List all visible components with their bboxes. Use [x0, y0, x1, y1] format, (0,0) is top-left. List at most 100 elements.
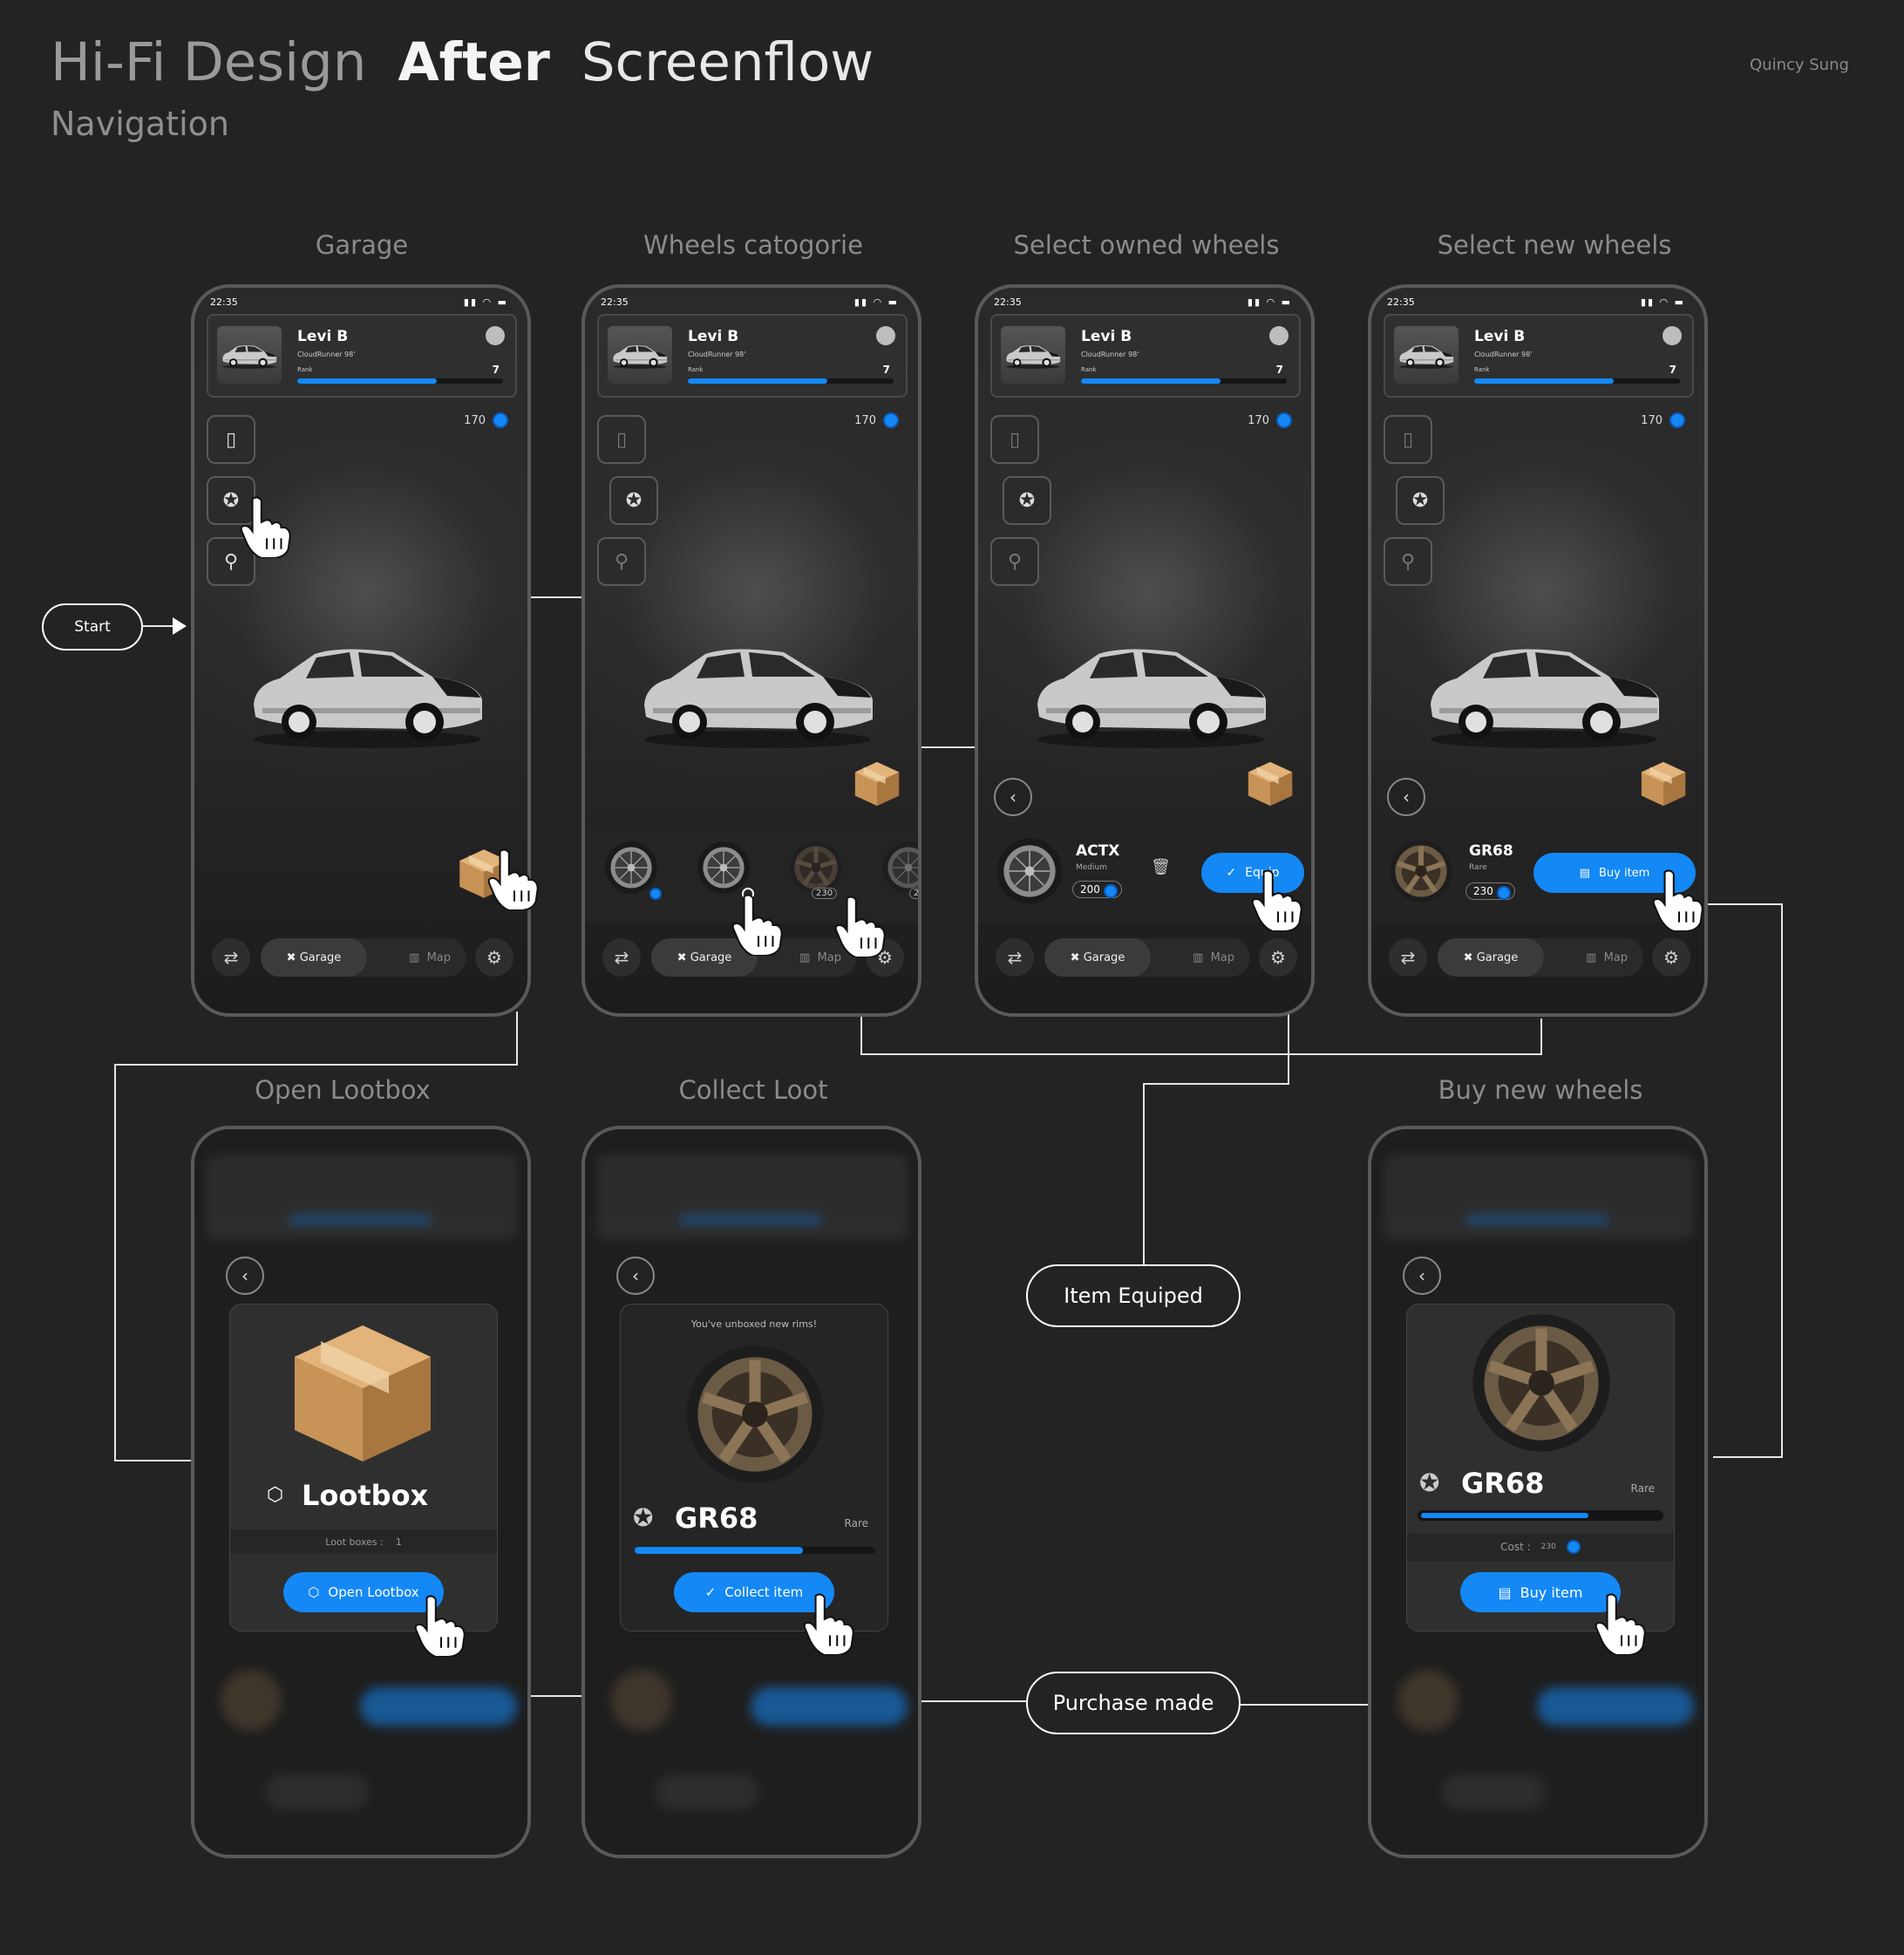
rim-name: GR68 [1461, 1467, 1545, 1500]
coin-count: 170 [464, 413, 486, 427]
status-time: 22:35 [210, 296, 238, 308]
back-button[interactable]: ‹ [616, 1257, 655, 1295]
swap-icon[interactable]: ⇄ [602, 938, 641, 977]
settings-gear-icon[interactable]: ⚙ [475, 938, 513, 977]
coin-icon [1566, 1540, 1581, 1554]
tools-icon: ✖ [677, 950, 690, 964]
start-arrow-icon [173, 617, 187, 635]
pointer-hand-icon [1594, 1592, 1649, 1655]
avatar-icon[interactable] [876, 326, 895, 345]
wheel-icon: ✪ [222, 489, 240, 512]
swap-icon[interactable]: ⇄ [212, 938, 250, 977]
settings-gear-icon[interactable]: ⚙ [1652, 938, 1690, 977]
back-button[interactable]: ‹ [1403, 1257, 1441, 1295]
wheels-tool-button[interactable]: ✪ [1396, 476, 1445, 525]
nav-garage-label: Garage [1083, 950, 1125, 964]
nav-segment: ✖ Garage ▥ Map [1438, 938, 1643, 977]
signal-icon: ▮▮ ◠ ▬ [853, 296, 899, 308]
wheel-price: 200 [1080, 883, 1100, 896]
selected-wheel-image [1389, 839, 1453, 903]
wheel-option-3[interactable] [789, 841, 843, 895]
coin-icon [493, 412, 508, 428]
lootbox-icon[interactable] [1245, 759, 1295, 809]
title-hifi: Hi-Fi Design [51, 31, 367, 93]
wheels-tool-button[interactable]: ✪ [1003, 476, 1051, 525]
avatar-icon[interactable] [486, 326, 505, 345]
car-name: CloudRunner 98' [297, 351, 356, 358]
wheel-price: 230 [1473, 885, 1493, 897]
wheel-icon: ✪ [1018, 489, 1036, 512]
paint-tool-button[interactable]: ▯ [597, 415, 646, 464]
paint-tool-button[interactable]: ▯ [1384, 415, 1432, 464]
nav-map-label: Map [1603, 950, 1628, 964]
avatar-icon[interactable] [1663, 326, 1682, 345]
lootbox-icon[interactable] [1638, 759, 1689, 809]
wheel-rarity: Medium [1076, 863, 1107, 872]
lootbox-image [284, 1315, 441, 1472]
car-name: CloudRunner 98' [688, 351, 746, 358]
title-buy: Buy new wheels [1438, 1075, 1643, 1105]
nav-garage-label: Garage [1476, 950, 1519, 964]
settings-gear-icon[interactable]: ⚙ [1259, 938, 1297, 977]
back-button[interactable]: ‹ [994, 778, 1032, 816]
swap-icon[interactable]: ⇄ [1389, 938, 1427, 977]
wheels-tool-button[interactable]: ✪ [609, 476, 658, 525]
check-icon: ✓ [704, 1584, 717, 1600]
title-wheels: Wheels catogorie [643, 230, 863, 260]
bottom-nav: ⇄ ✖ Garage ▥ Map ⚙ [212, 931, 513, 984]
wheel-option-4[interactable] [881, 841, 921, 895]
paint-tool-button[interactable]: ▯ [990, 415, 1039, 464]
signal-icon: ▮▮ ◠ ▬ [463, 296, 508, 308]
wheel-rarity: Rare [1469, 863, 1487, 872]
nav-map-label: Map [426, 950, 451, 964]
nav-map-tab[interactable]: ▥ Map [409, 938, 451, 977]
tuning-tool-button[interactable]: ⚲ [1384, 537, 1432, 586]
nav-garage-tab[interactable]: ✖ Garage [1438, 938, 1544, 977]
cart-icon: ▤ [1498, 1584, 1512, 1601]
wheel-option-2[interactable] [697, 841, 751, 895]
user-name: Levi B [297, 328, 349, 345]
swap-icon[interactable]: ⇄ [996, 938, 1034, 977]
title-owned: Select owned wheels [1013, 230, 1280, 260]
trash-icon[interactable]: 🗑 [1151, 858, 1171, 876]
cost-value: 230 [1540, 1543, 1556, 1551]
profile-card[interactable]: Levi B CloudRunner 98' Rank 7 [1384, 314, 1694, 398]
nav-garage-label: Garage [299, 950, 342, 964]
nav-garage-tab[interactable]: ✖ Garage [261, 938, 367, 977]
nav-map-tab[interactable]: ▥ Map [1193, 938, 1234, 977]
paint-tool-button[interactable]: ▯ [207, 415, 255, 464]
wrench-icon: ⚲ [1400, 550, 1416, 573]
wheel-icon: ✪ [625, 489, 643, 512]
nav-segment: ✖ Garage ▥ Map [261, 938, 466, 977]
signal-icon: ▮▮ ◠ ▬ [1247, 296, 1292, 308]
lootbox-icon[interactable] [852, 759, 902, 809]
purchase-made-pill: Purchase made [1026, 1672, 1241, 1734]
wheel-icon: ✪ [633, 1503, 654, 1532]
tuning-tool-button[interactable]: ⚲ [990, 537, 1039, 586]
phone-buy-wheels: ‹ ✪ GR68 Rare Cost : 230 ▤ Buy item [1368, 1126, 1708, 1858]
buy-item-label: Buy item [1598, 866, 1650, 880]
tuning-tool-button[interactable]: ⚲ [597, 537, 646, 586]
rank-value: 7 [492, 364, 500, 376]
profile-card[interactable]: Levi B CloudRunner 98' Rank 7 [207, 314, 517, 398]
wheel-price-partial: 23 [914, 889, 920, 898]
chevron-left-icon: ‹ [241, 1265, 248, 1286]
chevron-left-icon: ‹ [1418, 1265, 1425, 1286]
car-thumbnail [608, 326, 672, 384]
title-screenflow: Screenflow [581, 31, 874, 93]
profile-card[interactable]: Levi B CloudRunner 98' Rank 7 [597, 314, 908, 398]
back-button[interactable]: ‹ [226, 1257, 264, 1295]
profile-card[interactable]: Levi B CloudRunner 98' Rank 7 [990, 314, 1301, 398]
start-pill: Start [42, 603, 143, 651]
avatar-icon[interactable] [1269, 326, 1289, 345]
car-thumbnail [1001, 326, 1065, 384]
wrench-icon: ⚲ [1007, 550, 1023, 573]
wheel-option-1[interactable] [604, 841, 658, 895]
back-button[interactable]: ‹ [1387, 778, 1425, 816]
title-open-lootbox: Open Lootbox [255, 1075, 431, 1105]
xp-progress-bar [297, 378, 503, 384]
nav-garage-tab[interactable]: ✖ Garage [1044, 938, 1151, 977]
item-equipped-pill: Item Equiped [1026, 1264, 1241, 1327]
nav-map-tab[interactable]: ▥ Map [1586, 938, 1628, 977]
coin-count: 170 [854, 413, 876, 427]
